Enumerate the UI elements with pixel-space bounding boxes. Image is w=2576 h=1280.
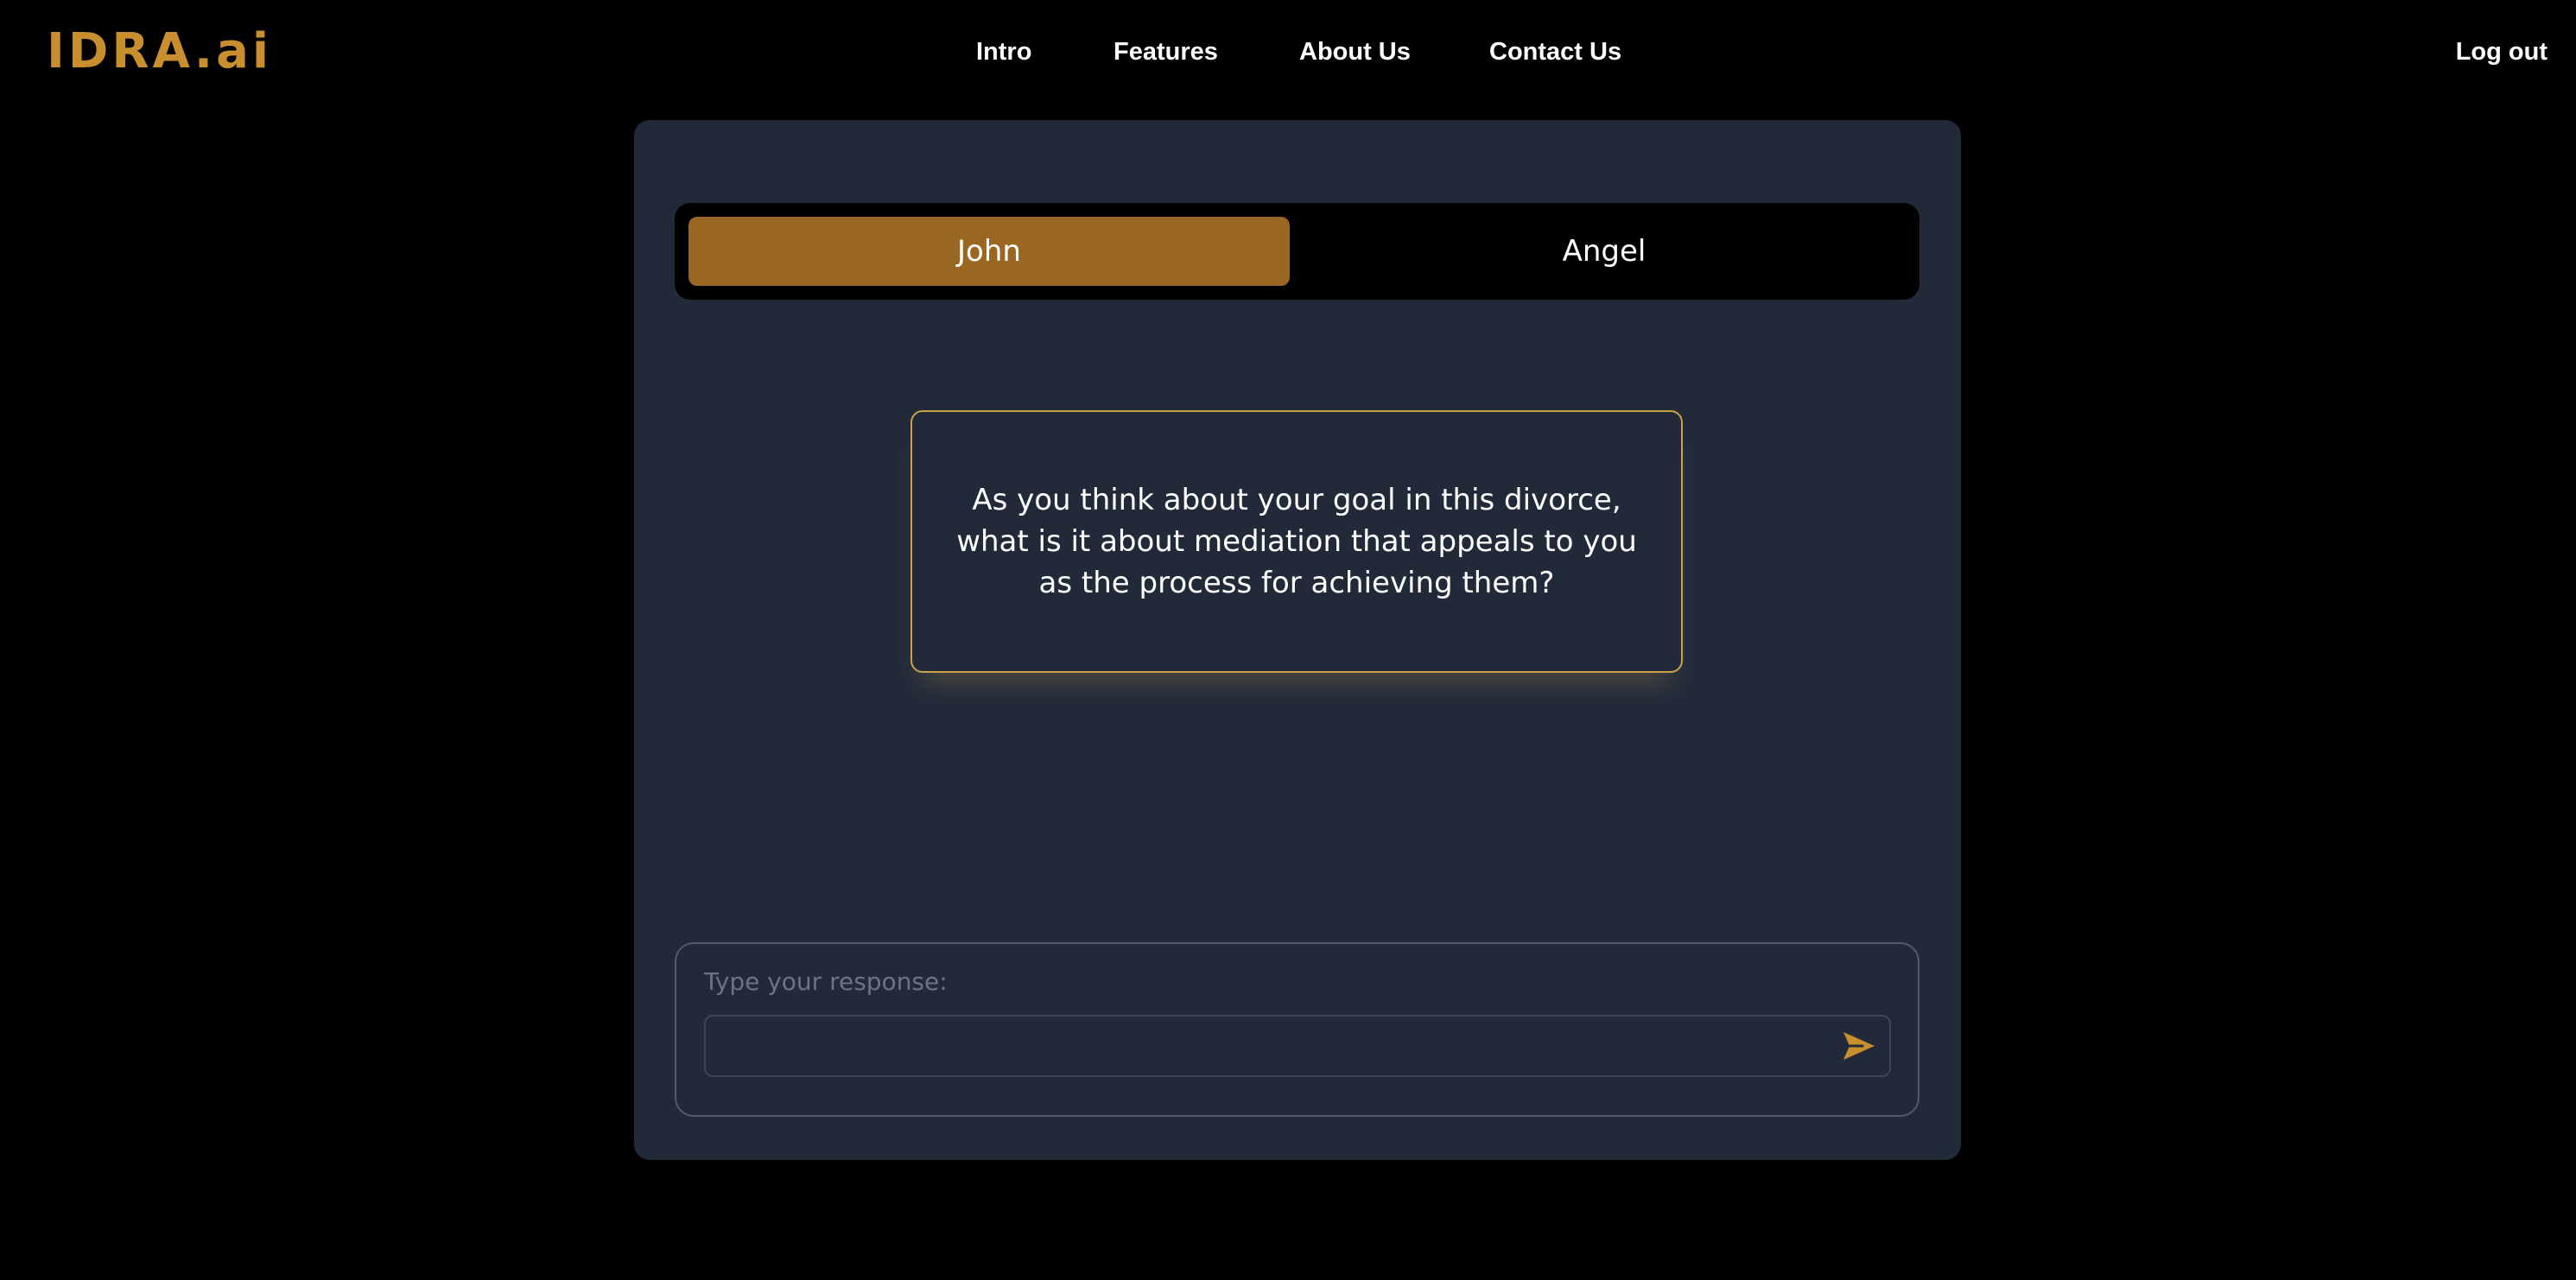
nav-intro-link[interactable]: Intro: [976, 33, 1031, 71]
response-box: Type your response:: [675, 942, 1919, 1117]
question-text: As you think about your goal in this div…: [956, 483, 1637, 600]
tab-john[interactable]: John: [688, 217, 1290, 286]
question-card: As you think about your goal in this div…: [910, 410, 1683, 673]
response-input[interactable]: [704, 1015, 1891, 1077]
page: IDRA.ai Intro Features About Us Contact …: [0, 0, 2576, 1280]
send-icon: [1843, 1032, 1875, 1060]
party-tabs: John Angel: [675, 203, 1919, 300]
send-button[interactable]: [1841, 1029, 1877, 1063]
logout-button[interactable]: Log out: [2456, 33, 2547, 71]
nav-contact-us-link[interactable]: Contact Us: [1489, 33, 1621, 71]
nav-features-link[interactable]: Features: [1114, 33, 1218, 71]
top-navbar: IDRA.ai Intro Features About Us Contact …: [0, 0, 2576, 104]
logo[interactable]: IDRA.ai: [47, 22, 272, 81]
tab-angel[interactable]: Angel: [1304, 217, 1905, 286]
mediation-panel: John Angel As you think about your goal …: [634, 120, 1961, 1160]
nav-about-us-link[interactable]: About Us: [1299, 33, 1411, 71]
response-label: Type your response:: [704, 967, 948, 996]
